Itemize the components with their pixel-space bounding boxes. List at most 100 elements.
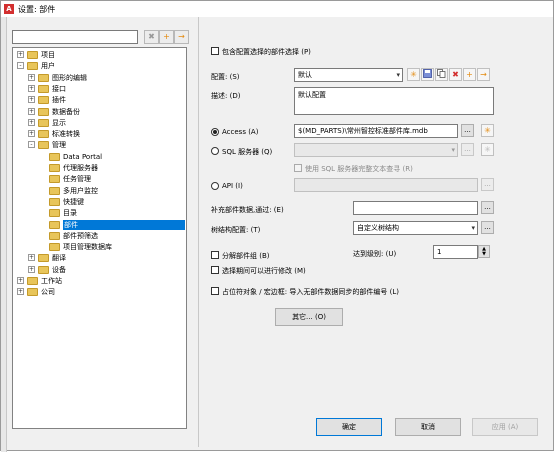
export-config-icon[interactable]: →: [477, 68, 490, 81]
supplement-field[interactable]: [353, 201, 478, 215]
tree-item[interactable]: 任务管理: [13, 174, 185, 184]
api-field[interactable]: [294, 178, 478, 192]
copy-config-icon[interactable]: [435, 68, 448, 81]
expand-icon[interactable]: +: [17, 51, 24, 58]
ok-button[interactable]: 确定: [316, 418, 382, 436]
folder-icon: [38, 118, 49, 127]
new-icon[interactable]: +: [159, 30, 174, 44]
sql-label: SQL 服务器 (Q): [222, 148, 273, 156]
tree-item-label: 任务管理: [63, 175, 91, 184]
tree-item[interactable]: 目录: [13, 208, 185, 218]
tree-item-label: Data Portal: [63, 152, 103, 161]
tree-item[interactable]: + 图形的编辑: [13, 73, 185, 83]
select-period-label: 选择期间可以进行修改 (M): [222, 267, 306, 275]
tree-structure-select[interactable]: 自定义树结构 ▾: [353, 221, 478, 235]
tree-item[interactable]: - 用户: [13, 61, 185, 71]
select-period-checkbox[interactable]: [211, 266, 219, 274]
tree-item[interactable]: 多用户监控: [13, 186, 185, 196]
tree-item[interactable]: + 接口: [13, 84, 185, 94]
tree-item[interactable]: + 翻译: [13, 253, 185, 263]
folder-icon: [27, 62, 38, 71]
tree-item[interactable]: + 项目: [13, 50, 185, 60]
api-browse-button[interactable]: ...: [481, 178, 494, 191]
tree-item[interactable]: + 数据备份: [13, 107, 185, 117]
folder-icon: [49, 209, 60, 218]
expand-icon[interactable]: +: [28, 73, 35, 81]
expand-icon[interactable]: +: [17, 288, 24, 296]
supplement-label: 补充部件数据,通过: (E): [211, 206, 284, 214]
expand-icon[interactable]: +: [17, 277, 24, 284]
tree-item-label: 标准转换: [52, 130, 80, 139]
import-config-icon[interactable]: +: [463, 68, 476, 81]
placeholder-checkbox[interactable]: [211, 287, 219, 295]
expand-icon[interactable]: +: [28, 96, 35, 104]
tree-structure-label: 树结构配置: (T): [211, 226, 261, 234]
tree-item[interactable]: + 插件: [13, 95, 185, 105]
folder-icon: [38, 141, 49, 150]
expand-icon[interactable]: +: [28, 254, 35, 262]
level-input[interactable]: 1: [433, 245, 478, 259]
tree-item-label: 数据备份: [52, 107, 80, 116]
tree-item-label: 部件: [63, 219, 185, 230]
delete-icon[interactable]: ✖: [144, 30, 159, 44]
folder-icon: [49, 243, 60, 252]
sql-fulltext-checkbox[interactable]: [294, 164, 302, 172]
tree-item[interactable]: + 工作站: [13, 276, 185, 286]
folder-icon: [49, 231, 60, 240]
include-config-label: 包含配置选择的部件选择 (P): [222, 48, 311, 56]
tree-item[interactable]: - 管理: [13, 140, 185, 150]
tree-item-label: 插件: [52, 96, 66, 105]
include-config-checkbox[interactable]: [211, 47, 219, 55]
tree-item[interactable]: 快捷键: [13, 197, 185, 207]
cancel-button[interactable]: 取消: [395, 418, 461, 436]
collapse-icon[interactable]: -: [28, 141, 35, 149]
tree-item[interactable]: + 公司: [13, 287, 185, 297]
tree-search-input[interactable]: [12, 30, 138, 44]
expand-icon[interactable]: +: [28, 130, 35, 138]
apply-button[interactable]: 应用 (A): [472, 418, 538, 436]
sql-server-select[interactable]: ▾: [294, 143, 458, 157]
description-field[interactable]: 默认配置: [294, 87, 494, 115]
folder-icon: [38, 84, 49, 93]
tree-item[interactable]: + 设备: [13, 265, 185, 275]
sql-radio[interactable]: [211, 147, 219, 155]
folder-icon: [38, 254, 49, 263]
tree-item[interactable]: 部件预筛选: [13, 231, 185, 241]
access-new-icon[interactable]: ✳: [481, 124, 494, 137]
folder-icon: [49, 220, 60, 229]
tree-item[interactable]: + 标准转换: [13, 129, 185, 139]
folder-icon: [38, 265, 49, 274]
tree-item[interactable]: 项目管理数据库: [13, 242, 185, 252]
api-radio[interactable]: [211, 182, 219, 190]
level-spinner[interactable]: ▲ ▼: [478, 245, 490, 258]
tree-item[interactable]: 代理服务器: [13, 163, 185, 173]
chevron-down-icon: ▾: [396, 71, 400, 79]
tree-item-label: 工作站: [41, 277, 62, 285]
tree-structure-browse-button[interactable]: ...: [481, 221, 494, 234]
decompose-checkbox[interactable]: [211, 251, 219, 259]
expand-icon[interactable]: +: [28, 118, 35, 126]
tree-item-label: 设备: [52, 265, 66, 274]
save-config-icon[interactable]: [421, 68, 434, 81]
new-config-icon[interactable]: ✳: [407, 68, 420, 81]
access-radio[interactable]: [211, 128, 219, 136]
export-icon[interactable]: →: [174, 30, 189, 44]
expand-icon[interactable]: +: [28, 107, 35, 115]
config-select[interactable]: 默认 ▾: [294, 68, 403, 82]
tree-structure-value: 自定义树结构: [357, 224, 399, 232]
sql-browse-button[interactable]: ...: [461, 143, 474, 156]
tree-item[interactable]: Data Portal: [13, 152, 185, 162]
expand-icon[interactable]: +: [28, 265, 35, 273]
supplement-browse-button[interactable]: ...: [481, 201, 494, 214]
delete-config-icon[interactable]: ✖: [449, 68, 462, 81]
level-label: 达到级别: (U): [353, 250, 397, 258]
expand-icon[interactable]: +: [28, 84, 35, 92]
tree-item[interactable]: + 显示: [13, 118, 185, 128]
collapse-icon[interactable]: -: [17, 62, 24, 70]
tree-item-label: 显示: [52, 118, 66, 127]
access-browse-button[interactable]: ...: [461, 124, 474, 137]
access-path-field[interactable]: $(MD_PARTS)\常州智控标准部件库.mdb: [294, 124, 458, 138]
sql-new-icon[interactable]: ✳: [481, 143, 494, 156]
other-button[interactable]: 其它... (O): [275, 308, 343, 326]
tree-item[interactable]: 部件: [13, 219, 185, 230]
